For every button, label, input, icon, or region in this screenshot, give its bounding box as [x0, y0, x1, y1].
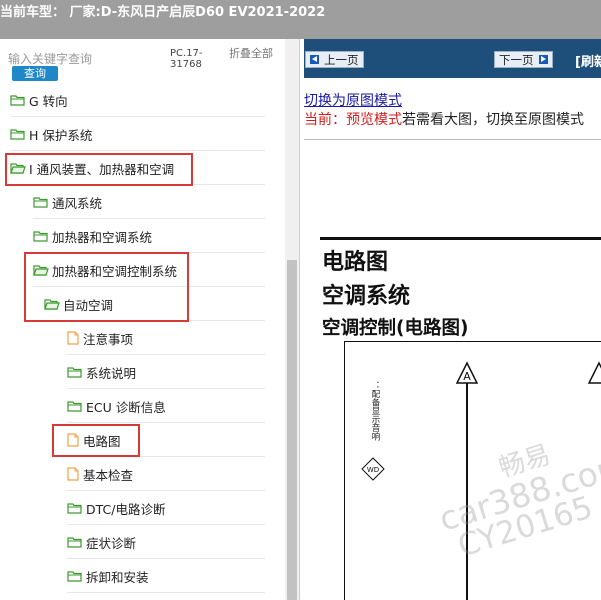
folder-icon — [33, 230, 48, 242]
folder-icon — [67, 570, 82, 582]
doc-title-circuit: 电路图 — [322, 250, 389, 275]
tree-item[interactable]: 注意事项 — [67, 321, 265, 355]
navigation-panel: 查询 PC.17-31768 折叠全部 G 转向H 保护系统I 通风装置、加热器… — [0, 39, 300, 600]
tree-item-label: 拆卸和安装 — [86, 569, 149, 585]
folder-icon — [67, 502, 82, 514]
folder-icon — [67, 400, 82, 412]
tree-item[interactable]: 症状诊断 — [67, 525, 265, 559]
connector-a2-icon — [587, 361, 601, 384]
document-rule — [320, 237, 601, 240]
document-icon — [67, 467, 79, 481]
prev-page-button[interactable]: 上一页 — [305, 51, 364, 68]
switch-to-original-link[interactable]: 切换为原图模式 — [304, 90, 402, 110]
folder-icon — [10, 94, 25, 106]
doc-title-section: 空调控制(电路图) — [322, 318, 469, 339]
tree-item-label: 注意事项 — [83, 331, 134, 347]
tree-item[interactable]: DTC/电路诊断 — [67, 491, 265, 525]
window-title-bar: 当前车型： 厂家:D-东风日产启辰D60 EV2021-2022 — [0, 0, 601, 39]
tree-scrollbar[interactable] — [285, 39, 299, 600]
tree-item-label: 加热器和空调系统 — [52, 229, 153, 245]
tree-row-divider — [67, 592, 265, 593]
tree-item[interactable]: 拆卸和安装 — [67, 559, 265, 593]
tree-item[interactable]: G 转向 — [10, 83, 265, 117]
next-page-label: 下一页 — [499, 52, 534, 67]
wd-badge-label: WD — [367, 466, 379, 474]
pc-code: PC.17-31768 — [170, 48, 203, 70]
content-divider — [304, 139, 601, 140]
document-icon — [67, 331, 79, 345]
connector-a-icon: A — [455, 361, 479, 384]
tree-item[interactable]: H 保护系统 — [10, 117, 265, 151]
search-button[interactable]: 查询 — [12, 66, 58, 81]
tree-item[interactable]: 系统说明 — [67, 355, 265, 389]
refresh-link[interactable]: [刷新 — [575, 51, 601, 70]
scrollbar-thumb[interactable] — [287, 260, 297, 600]
tree-item[interactable]: ECU 诊断信息 — [67, 389, 265, 423]
tree-item-label: 基本检查 — [83, 467, 134, 483]
viewer-nav-bar: 上一页 下一页 [刷新 — [304, 39, 601, 78]
current-mode-hint: 若需看大图，切换至原图模式 — [402, 112, 584, 128]
tree-item-label: 系统说明 — [86, 365, 137, 381]
arrow-right-icon — [538, 55, 548, 64]
tree-item-label: ECU 诊断信息 — [86, 399, 166, 415]
current-mode-prefix: 当前： — [304, 112, 346, 128]
collapse-all-button[interactable]: 折叠全部 — [229, 48, 273, 59]
tree-item[interactable]: 加热器和空调系统 — [33, 219, 265, 253]
tree-item[interactable]: 基本检查 — [67, 457, 265, 491]
option-note: ：配备显示音响 — [370, 381, 380, 441]
tree-item-label: 通风系统 — [52, 195, 103, 211]
current-mode-value: 预览模式 — [346, 112, 402, 128]
folder-icon — [67, 366, 82, 378]
connector-a-label: A — [463, 370, 471, 383]
tree-item-label: H 保护系统 — [29, 127, 93, 143]
highlight-box — [24, 252, 189, 322]
current-mode-text: 当前：预览模式若需看大图，切换至原图模式 — [304, 109, 584, 129]
folder-icon — [33, 196, 48, 208]
folder-icon — [10, 128, 25, 140]
search-area: 查询 PC.17-31768 折叠全部 — [0, 39, 285, 83]
arrow-left-icon — [310, 55, 319, 64]
highlight-box — [52, 424, 140, 457]
wd-badge-icon: WD — [361, 457, 385, 481]
highlight-box — [5, 153, 193, 186]
next-page-button[interactable]: 下一页 — [494, 51, 553, 68]
tree-item-label: 症状诊断 — [86, 535, 137, 551]
current-vehicle-title: 当前车型： 厂家:D-东风日产启辰D60 EV2021-2022 — [0, 5, 326, 20]
tree-item-label: DTC/电路诊断 — [86, 501, 166, 517]
doc-title-system: 空调系统 — [322, 284, 411, 309]
tree-item-label: G 转向 — [29, 93, 68, 109]
tree-item[interactable]: 通风系统 — [33, 185, 265, 219]
prev-page-label: 上一页 — [324, 52, 359, 67]
folder-icon — [67, 536, 82, 548]
